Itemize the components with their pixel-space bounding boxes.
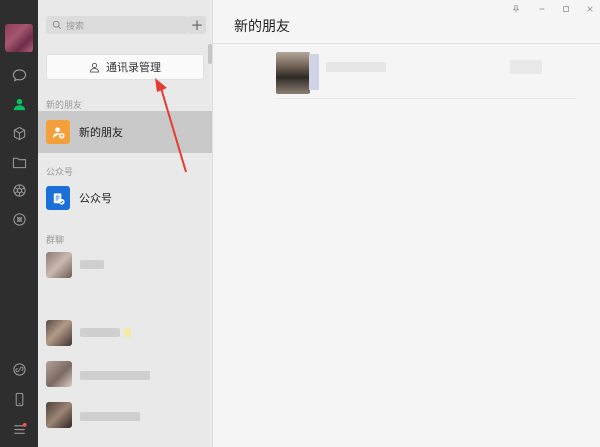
search-input[interactable]: 搜索 — [46, 16, 188, 34]
channels-icon[interactable] — [0, 208, 38, 230]
cube-icon[interactable] — [0, 122, 38, 144]
avatar — [46, 252, 72, 278]
redacted-text — [80, 328, 120, 337]
page-title: 新的朋友 — [234, 19, 290, 35]
list-item[interactable] — [46, 361, 206, 389]
add-button[interactable]: + — [188, 16, 206, 34]
redacted-text — [80, 371, 150, 380]
contacts-manager-label: 通讯录管理 — [106, 61, 161, 74]
section-new-friends: 新的朋友 — [46, 101, 83, 111]
list-item[interactable] — [46, 320, 206, 348]
minimize-icon[interactable] — [535, 3, 549, 15]
pin-icon[interactable] — [509, 3, 523, 15]
redacted-text — [80, 412, 140, 421]
redacted-text — [80, 260, 104, 269]
moments-icon[interactable] — [0, 179, 38, 201]
list-item[interactable] — [46, 252, 206, 280]
search-placeholder: 搜索 — [66, 21, 85, 32]
divider — [213, 43, 600, 44]
contacts-manager-button[interactable]: 通讯录管理 — [46, 54, 204, 80]
main-panel: 新的朋友 — [212, 0, 600, 447]
mini-program-icon[interactable] — [0, 358, 38, 380]
avatar — [46, 361, 72, 387]
nav-rail — [0, 0, 38, 447]
maximize-icon[interactable] — [559, 3, 573, 15]
avatar-fragment — [309, 54, 319, 90]
divider — [276, 98, 576, 99]
official-account-icon — [46, 186, 70, 210]
section-groups: 群聊 — [46, 236, 65, 246]
list-item-label: 新的朋友 — [79, 126, 123, 139]
list-item-label: 公众号 — [79, 192, 112, 205]
contacts-icon[interactable] — [0, 93, 38, 115]
menu-icon[interactable] — [0, 418, 38, 440]
contacts-panel: 搜索 + 通讯录管理 新的朋友 新的朋友 公众号 公众号 群聊 — [38, 0, 212, 447]
request-action[interactable] — [510, 60, 542, 74]
person-icon — [89, 62, 100, 73]
add-friend-icon — [46, 120, 70, 144]
redacted-text — [326, 62, 386, 72]
list-item-official-accounts[interactable]: 公众号 — [38, 177, 212, 219]
avatar — [46, 402, 72, 428]
user-avatar[interactable] — [5, 24, 33, 52]
phone-icon[interactable] — [0, 388, 38, 410]
close-icon[interactable] — [583, 3, 597, 15]
search-icon — [52, 20, 62, 30]
chat-icon[interactable] — [0, 64, 38, 86]
folder-icon[interactable] — [0, 151, 38, 173]
list-item-new-friends[interactable]: 新的朋友 — [38, 111, 212, 153]
avatar — [46, 320, 72, 346]
avatar — [276, 52, 310, 94]
badge — [124, 328, 131, 337]
list-item[interactable] — [46, 402, 206, 430]
